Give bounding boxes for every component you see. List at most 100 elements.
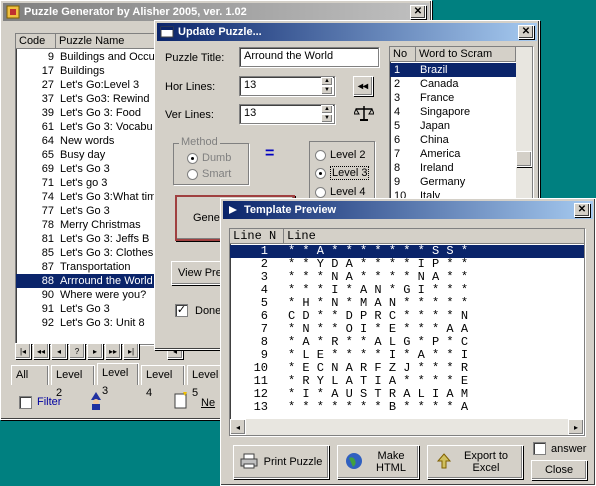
puzzle-row[interactable]: 71 Let's go 3 <box>16 176 172 190</box>
col-code-header[interactable]: Code <box>16 34 56 49</box>
word-text: China <box>420 134 449 146</box>
main-title: Puzzle Generator by Alisher 2005, ver. 1… <box>24 6 247 18</box>
answer-checkbox[interactable] <box>533 442 546 455</box>
puzzle-code: 90 <box>41 289 54 301</box>
print-puzzle-button[interactable]: Print Puzzle <box>233 445 329 479</box>
word-row[interactable]: 3 France <box>390 91 516 105</box>
level2-radio-circle[interactable] <box>315 149 326 161</box>
smart-radio-circle[interactable] <box>187 168 198 180</box>
words-scroll-thumb[interactable] <box>516 151 532 167</box>
preview-close-action-button[interactable]: Close <box>531 460 587 480</box>
puzzle-name: Let's Go 3: Jeffs B <box>60 233 150 245</box>
word-row[interactable]: 9 Germany <box>390 175 516 189</box>
puzzle-row[interactable]: 65 Busy day <box>16 148 172 162</box>
main-close-button[interactable]: ✕ <box>410 5 426 19</box>
done-checkbox[interactable]: ✓ <box>175 304 188 317</box>
nav-button[interactable]: |◂ <box>15 343 31 359</box>
hor-lines-spinner[interactable]: ▲ ▼ <box>321 77 333 95</box>
puzzle-row[interactable]: 78 Merry Christmas <box>16 218 172 232</box>
puzzle-row[interactable]: 81 Let's Go 3: Jeffs B <box>16 232 172 246</box>
word-row[interactable]: 2 Canada <box>390 77 516 91</box>
method-dumb-radio[interactable]: Dumb <box>187 152 231 164</box>
puzzle-row[interactable]: 77 Let's Go 3 <box>16 204 172 218</box>
puzzle-title-input[interactable]: Arround the World <box>239 47 379 67</box>
word-no: 8 <box>394 162 401 174</box>
back-arrow-button[interactable]: ◂◂ <box>353 76 373 96</box>
word-row[interactable]: 5 Japan <box>390 119 516 133</box>
puzzle-row[interactable]: 17 Buildings <box>16 64 172 78</box>
printer-icon <box>240 453 258 472</box>
preview-row[interactable]: 13 * * * * * * * B * * * * A <box>230 401 584 414</box>
word-text: Ireland <box>420 162 454 174</box>
puzzle-row[interactable]: 39 Let's Go 3: Food <box>16 106 172 120</box>
word-row[interactable]: 6 China <box>390 133 516 147</box>
preview-scroll-right[interactable]: ▸ <box>568 419 584 435</box>
word-text: France <box>420 92 455 104</box>
nav-button[interactable]: ▸▸ <box>105 343 121 359</box>
dumb-radio-circle[interactable] <box>187 152 198 164</box>
puzzle-row[interactable]: 27 Let's Go:Level 3 <box>16 78 172 92</box>
puzzle-name: Transportation <box>60 261 131 273</box>
nav-button[interactable]: ▸ <box>87 343 103 359</box>
level4-radio[interactable]: Level 4 <box>315 186 365 198</box>
puzzle-row[interactable]: 37 Let's Go3: Rewind <box>16 92 172 106</box>
puzzle-row[interactable]: 74 Let's Go 3:What tim <box>16 190 172 204</box>
preview-grid[interactable]: Line N Line 1 * * A * * * * * * * S S * 2 *… <box>229 228 585 436</box>
puzzle-row[interactable]: 92 Let's Go 3: Unit 8 <box>16 316 172 330</box>
hor-lines-label: Hor Lines: <box>165 81 216 93</box>
puzzle-code: 81 <box>41 233 54 245</box>
tab-level[interactable]: Level 2 <box>51 365 95 399</box>
method-smart-label: Smart <box>202 168 232 180</box>
tab-level[interactable]: All <box>11 365 49 385</box>
level3-radio-circle[interactable] <box>315 167 326 179</box>
puzzle-name: Where were you? <box>60 289 147 301</box>
preview-window-icon <box>226 203 240 217</box>
puzzle-code: 64 <box>41 135 54 147</box>
balance-scale-icon[interactable] <box>353 104 375 125</box>
puzzle-row[interactable]: 85 Let's Go 3: Clothes <box>16 246 172 260</box>
level3-radio[interactable]: Level 3 <box>315 166 370 180</box>
col-no-header[interactable]: No <box>390 47 416 62</box>
nav-button[interactable]: ◂ <box>51 343 67 359</box>
level4-radio-circle[interactable] <box>315 186 326 198</box>
word-row[interactable]: 1 Brazil <box>390 63 516 77</box>
word-row[interactable]: 8 Ireland <box>390 161 516 175</box>
puzzle-row[interactable]: 64 New words <box>16 134 172 148</box>
filter-checkbox[interactable] <box>19 396 32 409</box>
tab-level[interactable]: Level 3 <box>97 363 139 397</box>
puzzle-row[interactable]: 9 Buildings and Occu <box>16 50 172 64</box>
word-no: 4 <box>394 106 401 118</box>
puzzle-row[interactable]: 69 Let's Go 3 <box>16 162 172 176</box>
col-line-no-header[interactable]: Line N <box>230 229 284 244</box>
new-label[interactable]: Ne <box>201 397 215 409</box>
make-html-button[interactable]: Make HTML <box>337 445 419 479</box>
puzzle-name: Let's go 3 <box>60 177 108 189</box>
puzzle-row[interactable]: 90 Where were you? <box>16 288 172 302</box>
puzzle-row[interactable]: 87 Transportation <box>16 260 172 274</box>
level2-radio[interactable]: Level 2 <box>315 149 365 161</box>
method-smart-radio[interactable]: Smart <box>187 168 231 180</box>
nav-button[interactable]: ▸| <box>123 343 139 359</box>
nav-button[interactable]: ? <box>69 343 85 359</box>
puzzle-list[interactable]: Code Puzzle Name 9 Buildings and Occu 17 Bu… <box>15 33 173 345</box>
puzzle-row[interactable]: 88 Arrround the World <box>16 274 172 288</box>
word-row[interactable]: 7 America <box>390 147 516 161</box>
puzzle-row[interactable]: 91 Let's Go 3 <box>16 302 172 316</box>
col-line-header[interactable]: Line <box>284 229 584 244</box>
puzzle-code: 37 <box>41 93 54 105</box>
preview-scroll-left[interactable]: ◂ <box>230 419 246 435</box>
preview-hscrollbar[interactable] <box>246 419 568 435</box>
col-word-header[interactable]: Word to Scram <box>416 47 516 62</box>
update-close-button[interactable]: ✕ <box>518 25 534 39</box>
tab-level[interactable]: Level 4 <box>141 365 185 399</box>
ver-lines-spinner[interactable]: ▲ ▼ <box>321 105 333 123</box>
word-text: Singapore <box>420 106 471 118</box>
preview-close-button[interactable]: ✕ <box>574 203 590 217</box>
nav-button[interactable]: ◂◂ <box>33 343 49 359</box>
puzzle-row[interactable]: 61 Let's Go 3: Vocabu <box>16 120 172 134</box>
new-icon[interactable] <box>173 391 189 412</box>
word-text: Germany <box>420 176 466 188</box>
puzzle-code: 71 <box>41 177 54 189</box>
export-excel-button[interactable]: Export to Excel <box>427 445 523 479</box>
word-row[interactable]: 4 Singapore <box>390 105 516 119</box>
